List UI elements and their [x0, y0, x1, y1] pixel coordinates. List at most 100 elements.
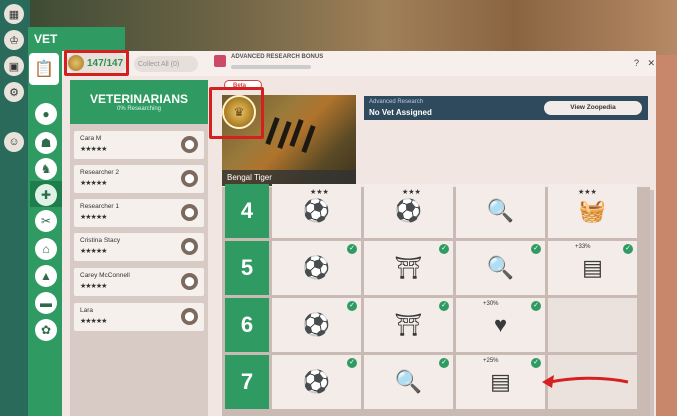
research-cell[interactable]: ✓ +33% ▤ [548, 241, 637, 295]
background-scenery [30, 0, 677, 55]
enrichment-bench-icon: ⛩ [394, 255, 423, 280]
ball-stars-icon: ⚽ [302, 255, 331, 280]
locate-pin-icon[interactable]: ⬤ [181, 238, 198, 255]
enrichment-bench-icon: ⛩ [394, 312, 423, 337]
education-board-icon: ▤ [490, 369, 511, 394]
vet-stars: ★★★★★ [80, 318, 107, 325]
research-cell[interactable]: 🔍 [456, 184, 545, 238]
vet-row[interactable]: Carey McConnell ★★★★★ ⬤ [74, 268, 204, 296]
collect-all-button[interactable]: Collect All (0) [134, 56, 198, 72]
close-button[interactable]: ✕ [648, 58, 656, 68]
advanced-bonus-label: ADVANCED RESEARCH BONUS [231, 54, 324, 60]
vet-name: Lara [80, 307, 94, 314]
research-cell[interactable]: ✓ ⚽ [272, 241, 361, 295]
research-cell[interactable]: ✓ 🔍 [456, 241, 545, 295]
view-zoopedia-button[interactable]: View Zoopedia [544, 101, 642, 115]
advanced-research-label: Advanced Research [369, 99, 424, 105]
level-number: 4 [225, 184, 269, 238]
check-icon: ✓ [623, 244, 633, 254]
vet-stars: ★★★★★ [80, 248, 107, 255]
research-cell[interactable]: ✓ +25% ▤ [456, 355, 545, 409]
vet-name: Cristina Stacy [80, 237, 121, 244]
vet-row[interactable]: Lara ★★★★★ ⬤ [74, 303, 204, 331]
research-cell[interactable]: ✓ 🔍 [364, 355, 453, 409]
vet-name: Cara M [80, 135, 102, 142]
check-icon: ✓ [347, 244, 357, 254]
advanced-research-status: No Vet Assigned [369, 108, 432, 117]
vet-stars: ★★★★★ [80, 283, 107, 290]
bonus-percent: +33% [575, 244, 591, 250]
vet-row[interactable]: Researcher 2 ★★★★★ ⬤ [74, 165, 204, 193]
research-cell[interactable]: ✓ +30% ♥ [456, 298, 545, 352]
help-button[interactable]: ? [634, 58, 639, 68]
locate-pin-icon[interactable]: ⬤ [181, 170, 198, 187]
calendar-icon[interactable]: ▦ [4, 4, 24, 24]
clipboard-icon[interactable]: 📋 [29, 53, 59, 85]
check-icon: ✓ [439, 301, 449, 311]
fence-icon[interactable]: ⌂ [35, 238, 57, 260]
locate-pin-icon[interactable]: ⬤ [181, 136, 198, 153]
locate-pin-icon[interactable]: ⬤ [181, 273, 198, 290]
advanced-bonus-header: ADVANCED RESEARCH BONUS [214, 53, 634, 73]
vet-list-subtitle: 0% Researching [116, 106, 162, 112]
vet-list-title: VETERINARIANS [89, 92, 188, 106]
ball-stars-icon: ⚽ [302, 369, 331, 394]
research-cell[interactable]: ✓ ⛩ [364, 298, 453, 352]
vet-stars: ★★★★★ [80, 180, 107, 187]
locate-pin-icon[interactable]: ⬤ [181, 308, 198, 325]
ball-stars-icon: ⚽ [394, 198, 423, 223]
research-cell[interactable]: ✓ ⚽ [272, 355, 361, 409]
advanced-research-box: Advanced Research No Vet Assigned View Z… [364, 96, 648, 120]
vet-research-icon[interactable]: ✚ [35, 184, 57, 206]
vet-stars: ★★★★★ [80, 146, 107, 153]
grid-scrollbar[interactable] [650, 190, 654, 416]
window-title: VET RESEARCH [28, 27, 125, 70]
truck-icon[interactable]: ▬ [35, 292, 57, 314]
advanced-bonus-progress [231, 65, 311, 69]
vet-row[interactable]: Researcher 1 ★★★★★ ⬤ [74, 199, 204, 227]
check-icon: ✓ [347, 358, 357, 368]
flower-icon[interactable]: ✿ [35, 319, 57, 341]
ball-stars-icon: ⚽ [302, 312, 331, 337]
research-cell[interactable]: ★★★ 🧺 [548, 184, 637, 238]
education-icon[interactable]: ▣ [4, 56, 24, 76]
graduation-cap-icon[interactable]: ▲ [35, 265, 57, 287]
trophy-icon[interactable]: ♔ [4, 30, 24, 50]
heart-arrow-icon: ♥ [493, 312, 508, 337]
education-board-icon: ▤ [582, 255, 603, 280]
vet-name: Carey McConnell [80, 272, 130, 279]
annotation-box-currency [64, 50, 129, 76]
vet-row[interactable]: Cara M ★★★★★ ⬤ [74, 131, 204, 159]
ball-stars-icon: ⚽ [302, 198, 331, 223]
research-cell[interactable]: ★★★ ⚽ [364, 184, 453, 238]
annotation-arrow [542, 375, 629, 388]
window-controls: ? ✕ [634, 58, 655, 69]
check-icon: ✓ [347, 301, 357, 311]
vet-name: Researcher 2 [80, 169, 120, 176]
bonus-percent: +25% [483, 358, 499, 364]
annotation-box-medal [209, 87, 264, 139]
vet-name: Researcher 1 [80, 203, 120, 210]
locate-pin-icon[interactable]: ⬤ [181, 204, 198, 221]
dog-icon[interactable]: ♞ [35, 158, 57, 180]
vet-stars: ★★★★★ [80, 214, 107, 221]
check-icon: ✓ [531, 358, 541, 368]
staff-icon[interactable]: ☺ [4, 132, 24, 152]
tools-icon[interactable]: ✂ [35, 210, 57, 232]
settings-icon[interactable]: ⚙ [4, 82, 24, 102]
research-cell[interactable]: ✓ ⛩ [364, 241, 453, 295]
vet-list-header: VETERINARIANS 0% Researching [70, 80, 208, 124]
check-icon: ✓ [439, 358, 449, 368]
vet-row[interactable]: Cristina Stacy ★★★★★ ⬤ [74, 233, 204, 261]
graduation-cap-icon [214, 55, 226, 67]
research-cell[interactable]: ✓ ⚽ [272, 298, 361, 352]
animal-icon[interactable]: ☗ [35, 132, 57, 154]
food-tray-stars-icon: 🧺 [578, 198, 607, 223]
research-cell[interactable]: ★★★ ⚽ [272, 184, 361, 238]
level-number: 6 [225, 298, 269, 352]
level-number: 7 [225, 355, 269, 409]
magnify-notebook-icon: 🔍 [394, 369, 423, 394]
paw-icon[interactable]: ● [35, 103, 57, 125]
magnify-notebook-icon: 🔍 [486, 198, 515, 223]
level-number: 5 [225, 241, 269, 295]
